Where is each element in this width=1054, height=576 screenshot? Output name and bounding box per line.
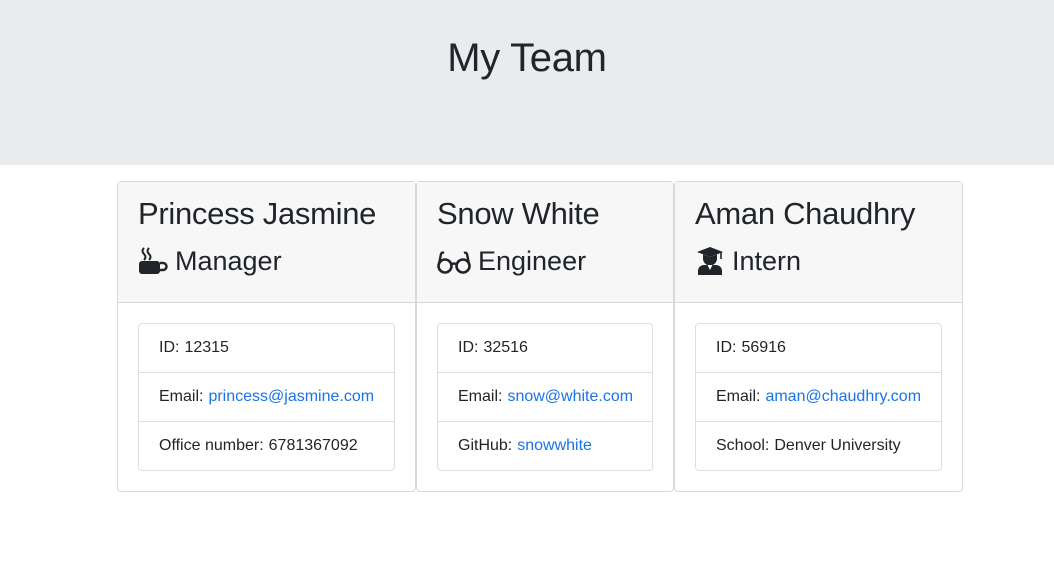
- glasses-icon: [437, 246, 471, 276]
- office-number-value: 6781367092: [268, 437, 358, 454]
- id-item: ID: 12315: [139, 324, 394, 373]
- card-body: ID: 32516 Email: snow@white.com GitHub: …: [417, 303, 673, 471]
- card-body: ID: 56916 Email: aman@chaudhry.com Schoo…: [675, 303, 962, 471]
- id-value: 56916: [741, 339, 786, 356]
- email-link[interactable]: princess@jasmine.com: [208, 388, 374, 406]
- employee-role: Engineer: [437, 245, 653, 277]
- email-label: Email:: [458, 388, 503, 405]
- employee-name: Princess Jasmine: [138, 196, 377, 231]
- card-header: Snow White Engineer: [417, 182, 673, 303]
- id-value: 32516: [483, 339, 528, 356]
- office-number-item: Office number: 6781367092: [139, 422, 394, 470]
- graduate-icon: [695, 246, 725, 276]
- role-label: Intern: [732, 246, 802, 276]
- employee-card-engineer: Snow White Engineer ID: 32516 Email: sno…: [416, 181, 674, 492]
- card-header: Aman Chaudhry Intern: [675, 182, 962, 303]
- employee-name: Snow White: [437, 196, 600, 231]
- employee-role: Intern: [695, 245, 942, 277]
- page-header: My Team: [0, 0, 1054, 165]
- id-value: 12315: [184, 339, 229, 356]
- email-link[interactable]: snow@white.com: [507, 388, 633, 406]
- id-label: ID:: [458, 339, 479, 356]
- email-item: Email: aman@chaudhry.com: [696, 373, 941, 422]
- id-label: ID:: [159, 339, 180, 356]
- info-list: ID: 12315 Email: princess@jasmine.com Of…: [138, 323, 395, 471]
- office-number-label: Office number:: [159, 437, 264, 454]
- role-label: Manager: [175, 246, 282, 276]
- github-item: GitHub: snowwhite: [438, 422, 652, 470]
- id-item: ID: 32516: [438, 324, 652, 373]
- role-label: Engineer: [478, 246, 587, 276]
- team-cards: Princess Jasmine Manager ID: 12315 Email…: [117, 181, 963, 492]
- card-header: Princess Jasmine Manager: [118, 182, 415, 303]
- employee-role: Manager: [138, 245, 395, 277]
- school-label: School:: [716, 437, 770, 454]
- github-link[interactable]: snowwhite: [517, 437, 592, 455]
- page-title: My Team: [447, 36, 607, 80]
- email-item: Email: princess@jasmine.com: [139, 373, 394, 422]
- employee-card-manager: Princess Jasmine Manager ID: 12315 Email…: [117, 181, 416, 492]
- employee-card-intern: Aman Chaudhry Intern ID: 56916 Email: am…: [674, 181, 963, 492]
- id-label: ID:: [716, 339, 737, 356]
- employee-name: Aman Chaudhry: [695, 196, 916, 231]
- info-list: ID: 32516 Email: snow@white.com GitHub: …: [437, 323, 653, 471]
- email-label: Email:: [159, 388, 204, 405]
- email-link[interactable]: aman@chaudhry.com: [765, 388, 921, 406]
- github-label: GitHub:: [458, 437, 513, 454]
- email-item: Email: snow@white.com: [438, 373, 652, 422]
- id-item: ID: 56916: [696, 324, 941, 373]
- school-value: Denver University: [774, 437, 901, 454]
- school-item: School: Denver University: [696, 422, 941, 470]
- coffee-mug-icon: [138, 246, 168, 276]
- info-list: ID: 56916 Email: aman@chaudhry.com Schoo…: [695, 323, 942, 471]
- email-label: Email:: [716, 388, 761, 405]
- card-body: ID: 12315 Email: princess@jasmine.com Of…: [118, 303, 415, 471]
